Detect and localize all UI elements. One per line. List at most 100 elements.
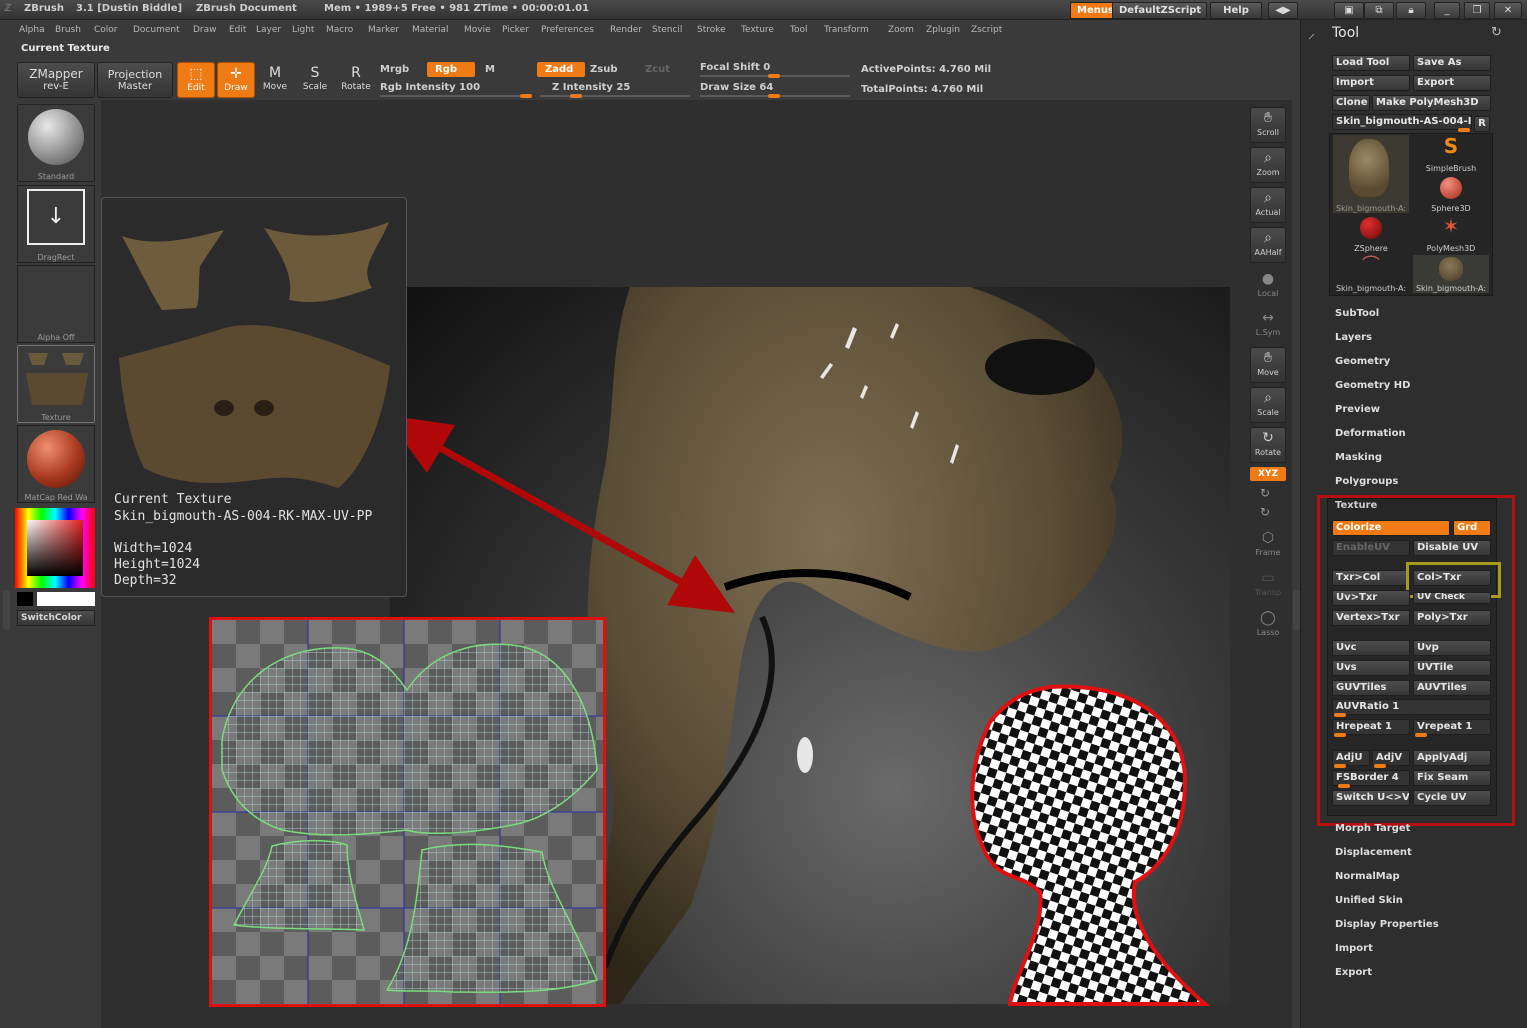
uv-txr-button[interactable]: Uv>Txr <box>1332 590 1410 606</box>
fsborder-knob[interactable] <box>1338 784 1350 788</box>
color-picker-square[interactable] <box>27 520 83 576</box>
section-deformation[interactable]: Deformation <box>1335 428 1406 439</box>
menu-marker[interactable]: Marker <box>368 25 399 35</box>
auvratio-slider[interactable]: AUVRatio 1 <box>1332 699 1491 715</box>
zsub-button[interactable]: Zsub <box>590 64 617 75</box>
adju-knob[interactable] <box>1334 764 1346 768</box>
uvp-button[interactable]: Uvp <box>1413 640 1491 656</box>
section-unified-skin[interactable]: Unified Skin <box>1335 895 1403 906</box>
tool-thumb-skin-bigmouth-3[interactable]: Skin_bigmouth-A: <box>1413 255 1489 293</box>
alpha-slot[interactable]: Alpha Off <box>17 265 95 343</box>
section-displacement[interactable]: Displacement <box>1335 847 1412 858</box>
vrepeat-knob[interactable] <box>1415 733 1427 737</box>
restore-icon[interactable]: ❐ <box>1464 2 1490 19</box>
menu-material[interactable]: Material <box>412 25 449 35</box>
auvtiles-button[interactable]: AUVTiles <box>1413 680 1491 696</box>
colorize-button[interactable]: Colorize <box>1332 520 1450 536</box>
menu-color[interactable]: Color <box>94 25 118 35</box>
arrows-icon[interactable]: ◀▶ <box>1268 2 1298 19</box>
section-polygroups[interactable]: Polygroups <box>1335 476 1398 487</box>
menu-stroke[interactable]: Stroke <box>697 25 726 35</box>
layout-icon[interactable]: ▣ <box>1334 2 1364 19</box>
actual-button[interactable]: ⌕ Actual <box>1250 187 1286 223</box>
menu-layer[interactable]: Layer <box>256 25 281 35</box>
uvc-button[interactable]: Uvc <box>1332 640 1410 656</box>
tool-thumb-skin-bigmouth-main[interactable]: Skin_bigmouth-A: <box>1333 135 1409 213</box>
tool-thumb-skin-bigmouth-2[interactable]: ⌒ Skin_bigmouth-A: <box>1333 255 1409 293</box>
zcut-button[interactable]: Zcut <box>645 64 670 75</box>
menu-alpha[interactable]: Alpha <box>19 25 45 35</box>
layout-alt-icon[interactable]: ⧉ <box>1364 2 1394 19</box>
right-tray-handle[interactable] <box>1293 590 1300 630</box>
z-intensity-track[interactable] <box>540 95 690 97</box>
z-intensity-slider[interactable]: Z Intensity 25 <box>552 82 630 93</box>
scale-view-button[interactable]: ⌕ Scale <box>1250 387 1286 423</box>
auvratio-knob[interactable] <box>1334 713 1346 717</box>
lsym-button[interactable]: ↔ L.Sym <box>1250 308 1286 344</box>
section-subtool[interactable]: SubTool <box>1335 308 1379 319</box>
menu-document[interactable]: Document <box>133 25 180 35</box>
menu-zscript[interactable]: Zscript <box>971 25 1002 35</box>
primary-color-swatch[interactable] <box>37 592 95 606</box>
projection-master-button[interactable]: Projection Master <box>97 62 173 98</box>
move-view-button[interactable]: ✋︎ Move <box>1250 347 1286 383</box>
rotate-z-icon[interactable]: ↻ <box>1260 505 1270 519</box>
scale-button[interactable]: S Scale <box>297 62 333 98</box>
zadd-button[interactable]: Zadd <box>537 62 585 77</box>
m-button[interactable]: M <box>485 64 495 75</box>
mrgb-button[interactable]: Mrgb <box>380 64 409 75</box>
vertex-txr-button[interactable]: Vertex>Txr <box>1332 610 1410 626</box>
section-masking[interactable]: Masking <box>1335 452 1382 463</box>
menu-picker[interactable]: Picker <box>502 25 529 35</box>
poly-txr-button[interactable]: Poly>Txr <box>1413 610 1491 626</box>
rotate-y-icon[interactable]: ↻ <box>1260 486 1270 500</box>
rgb-button[interactable]: Rgb <box>427 62 475 77</box>
stroke-slot[interactable]: ↓ DragRect <box>17 185 95 263</box>
xyz-button[interactable]: XYZ <box>1250 467 1286 481</box>
tool-thumb-sphere3d[interactable]: Sphere3D <box>1413 175 1489 213</box>
rotate-view-button[interactable]: ↻ Rotate <box>1250 427 1286 463</box>
rgb-intensity-slider[interactable]: Rgb Intensity 100 <box>380 82 480 93</box>
menu-transform[interactable]: Transform <box>824 25 869 35</box>
menu-brush[interactable]: Brush <box>55 25 81 35</box>
tool-handle-icon[interactable]: ⸝ <box>1308 24 1315 43</box>
uvtile-button[interactable]: UVTile <box>1413 660 1491 676</box>
draw-size-slider[interactable]: Draw Size 64 <box>700 82 773 93</box>
zoom-button[interactable]: ⌕ Zoom <box>1250 147 1286 183</box>
lock-icon[interactable]: 🔒︎ <box>1396 2 1426 19</box>
grd-button[interactable]: Grd <box>1453 520 1491 536</box>
tool-thumb-simplebrush[interactable]: S SimpleBrush <box>1413 135 1489 173</box>
menu-movie[interactable]: Movie <box>464 25 491 35</box>
tool-thumb-zsphere[interactable]: ZSphere <box>1333 215 1409 253</box>
applyadj-button[interactable]: ApplyAdj <box>1413 750 1491 766</box>
section-export[interactable]: Export <box>1335 967 1372 978</box>
fix-seam-button[interactable]: Fix Seam <box>1413 770 1491 786</box>
minimize-icon[interactable]: _ <box>1434 2 1460 19</box>
lasso-button[interactable]: ◯ Lasso <box>1250 608 1286 644</box>
draw-button[interactable]: ✛ Draw <box>217 62 255 98</box>
aahalf-button[interactable]: ⌕ AAHalf <box>1250 227 1286 263</box>
save-as-button[interactable]: Save As <box>1413 55 1491 71</box>
material-slot[interactable]: MatCap Red Wa <box>17 425 95 503</box>
texture-slot[interactable]: Texture <box>17 345 95 423</box>
rgb-intensity-knob[interactable] <box>520 94 532 98</box>
enableuv-button[interactable]: EnableUV <box>1332 540 1410 556</box>
menu-light[interactable]: Light <box>292 25 314 35</box>
section-geometry[interactable]: Geometry <box>1335 356 1390 367</box>
section-display-properties[interactable]: Display Properties <box>1335 919 1439 930</box>
hrepeat-knob[interactable] <box>1334 733 1346 737</box>
current-tool-name[interactable]: Skin_bigmouth-AS-004-I <box>1332 114 1472 130</box>
section-morph-target[interactable]: Morph Target <box>1335 823 1410 834</box>
transp-button[interactable]: ▭ Transp <box>1250 568 1286 604</box>
refresh-icon[interactable]: ↻ <box>1491 25 1502 40</box>
help-button[interactable]: Help <box>1210 2 1262 19</box>
disableuv-button[interactable]: Disable UV <box>1413 540 1491 556</box>
default-zscript-button[interactable]: DefaultZScript <box>1112 2 1207 19</box>
menu-zoom[interactable]: Zoom <box>888 25 914 35</box>
load-tool-button[interactable]: Load Tool <box>1332 55 1410 71</box>
menu-texture[interactable]: Texture <box>741 25 774 35</box>
brush-slot[interactable]: Standard <box>17 104 95 182</box>
clone-button[interactable]: Clone <box>1332 95 1370 111</box>
menu-draw[interactable]: Draw <box>193 25 217 35</box>
scroll-button[interactable]: ✋︎ Scroll <box>1250 107 1286 143</box>
